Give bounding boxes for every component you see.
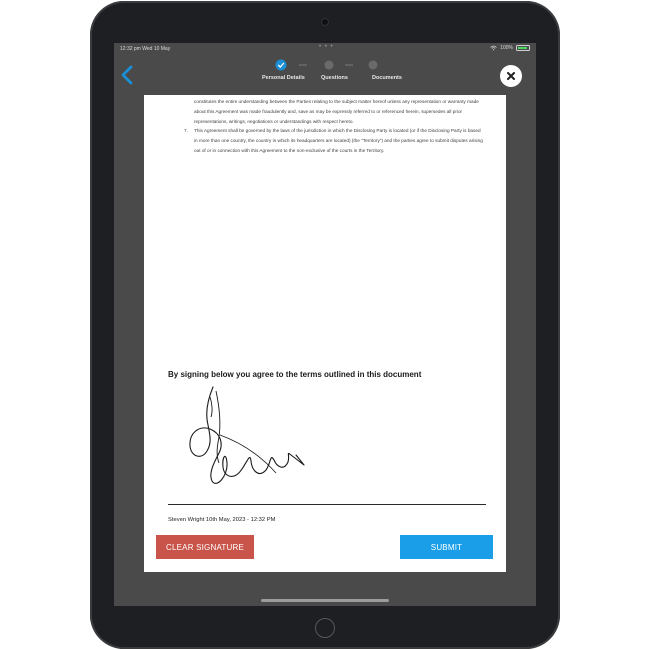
clause-7-number: 7.: [184, 128, 188, 134]
signature-stroke: [189, 386, 305, 484]
sign-agreement-heading: By signing below you agree to the terms …: [168, 370, 422, 379]
clause-6-tail: constitutes the entire understanding bet…: [194, 99, 479, 124]
battery-icon: [516, 45, 530, 51]
progress-stepper: Personal Details Questions Documents: [114, 55, 536, 95]
step-1-check-icon: [275, 59, 287, 71]
app-screen: 12:32 pm Wed 10 May • • • 100% Personal …: [114, 43, 536, 606]
close-button[interactable]: [500, 65, 522, 87]
clear-signature-button[interactable]: CLEAR SIGNATURE: [156, 535, 254, 559]
step-label-questions[interactable]: Questions: [321, 75, 348, 81]
status-right: 100%: [490, 45, 530, 51]
step-labels: Personal Details Questions Documents: [114, 75, 536, 87]
multitask-dots: • • •: [319, 44, 334, 50]
close-icon: [507, 72, 515, 80]
signature-pad[interactable]: [172, 383, 312, 493]
signature-modal: constitutes the entire understanding bet…: [144, 95, 506, 572]
step-indicators: [275, 59, 378, 71]
step-3-pending-icon: [368, 60, 378, 70]
step-label-documents[interactable]: Documents: [372, 75, 402, 81]
document-text: constitutes the entire understanding bet…: [184, 97, 484, 156]
signature-line: [168, 504, 486, 505]
clause-7: 7. This Agreement shall be governed by t…: [184, 126, 484, 155]
wifi-icon: [490, 45, 497, 51]
home-indicator[interactable]: [261, 599, 389, 602]
home-button[interactable]: [315, 618, 335, 638]
submit-button[interactable]: SUBMIT: [400, 535, 493, 559]
battery-percent: 100%: [500, 45, 513, 51]
signature-name-timestamp: Steven Wright 10th May, 2023 - 12:32 PM: [168, 517, 276, 523]
step-label-personal-details[interactable]: Personal Details: [262, 75, 305, 81]
step-2-pending-icon: [324, 60, 334, 70]
status-bar: 12:32 pm Wed 10 May • • • 100%: [114, 43, 536, 55]
front-camera: [321, 18, 329, 26]
clause-7-text: This Agreement shall be governed by the …: [194, 128, 483, 153]
status-time-date: 12:32 pm Wed 10 May: [120, 46, 171, 52]
